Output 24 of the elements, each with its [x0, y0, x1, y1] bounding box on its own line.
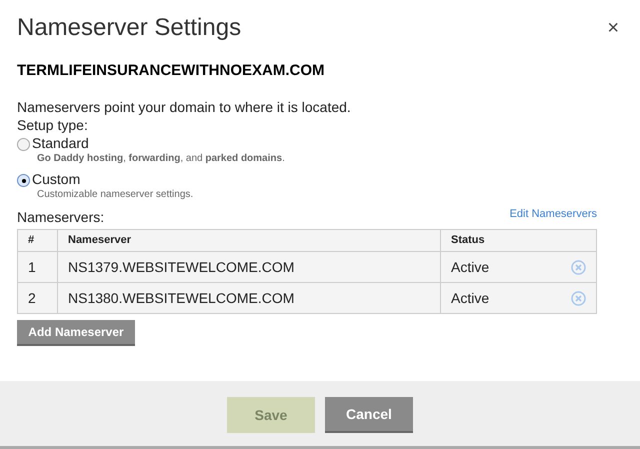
domain-name: TERMLIFEINSURANCEWITHNOEXAM.COM: [17, 61, 326, 81]
dialog-title: Nameserver Settings: [17, 13, 242, 43]
setup-label: Setup type:: [17, 116, 89, 134]
edit-nameservers-link[interactable]: Edit Nameservers: [510, 206, 597, 222]
option-description: Customizable nameserver settings.: [37, 188, 194, 202]
option-label[interactable]: Custom: [32, 170, 80, 188]
intro-text: Nameservers point your domain to where it is located.: [17, 98, 352, 116]
status-text: Active: [451, 258, 490, 276]
option-label[interactable]: Standard: [32, 134, 89, 152]
column-header: Nameserver: [58, 230, 440, 252]
column-header: Status: [440, 230, 596, 252]
radio-button[interactable]: [17, 138, 30, 151]
remove-icon[interactable]: [571, 260, 586, 274]
remove-icon[interactable]: [571, 290, 586, 306]
option-description: Go Daddy hosting, forwarding, and parked domains.: [37, 152, 286, 166]
table-cell: NS1380.WEBSITEWELCOME.COM: [58, 282, 440, 314]
add-nameserver-button[interactable]: Add Nameserver: [17, 320, 135, 346]
table-cell: 2: [18, 282, 58, 314]
status-text: Active: [451, 288, 490, 308]
nameservers-label: Nameservers:: [17, 209, 104, 225]
close-button[interactable]: ×: [607, 18, 619, 38]
footer-button[interactable]: Cancel: [325, 397, 413, 433]
radio-button[interactable]: [17, 174, 30, 187]
column-header: #: [18, 230, 58, 252]
